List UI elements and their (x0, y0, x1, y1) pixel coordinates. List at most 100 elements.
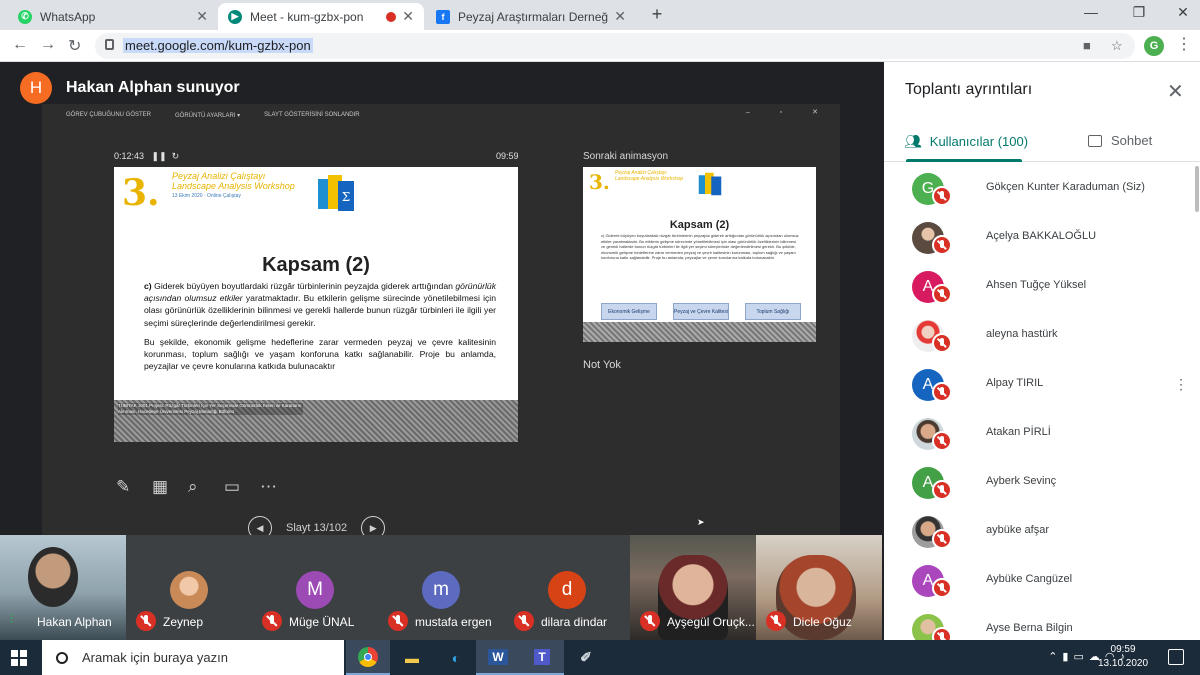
more-options-icon[interactable]: ⋯ (260, 477, 296, 497)
zoom-icon[interactable]: ⌕ (188, 477, 224, 497)
chrome-icon[interactable] (346, 640, 390, 675)
close-window-icon[interactable]: ✕ (1168, 4, 1198, 21)
muted-mic-icon (932, 431, 952, 451)
tray-chevron-icon[interactable]: ⌃ (1048, 651, 1062, 663)
windows-start-icon[interactable] (11, 650, 27, 666)
participant-tile[interactable]: Dicle Oğuz (756, 535, 882, 640)
taskbar-clock[interactable]: 09:59 13.10.2020 (1098, 643, 1148, 671)
list-item[interactable]: Ayse Berna Bilgin (884, 605, 1200, 640)
battery-icon[interactable]: ▭ (1073, 651, 1088, 663)
next-animation-label: Sonraki animasyon (583, 151, 669, 162)
participant-tile[interactable]: d dilara dindar (504, 535, 630, 640)
close-tab-icon[interactable]: ✕ (614, 8, 626, 25)
list-item[interactable]: G Gökçen Kunter Karaduman (Siz) (884, 164, 1200, 213)
list-item[interactable]: Atakan PİRLİ (884, 409, 1200, 458)
url-text[interactable]: meet.google.com/kum-gzbx-pon (123, 38, 313, 53)
edge-icon[interactable]: ◐ (434, 640, 478, 675)
slides-grid-icon[interactable]: ▦ (152, 477, 188, 497)
participant-tile[interactable]: m mustafa ergen (378, 535, 504, 640)
notifications-icon[interactable] (1168, 649, 1184, 665)
box-economic: Ekonomik Gelişme (601, 303, 657, 320)
participant-video (28, 547, 78, 607)
participant-name: Alpay TIRIL (986, 377, 1044, 389)
participant-tile[interactable]: Ayşegül Oruçk... (630, 535, 756, 640)
participant-photo (170, 571, 208, 609)
participant-tile[interactable]: Zeynep (126, 535, 252, 640)
meet-stage: H Hakan Alphan sunuyor GÖREV ÇUBUĞUNU GÖ… (0, 62, 884, 540)
participant-name: mustafa ergen (415, 615, 492, 629)
tab-chat-label: Sohbet (1111, 133, 1153, 148)
muted-mic-icon (932, 186, 952, 206)
paint-icon[interactable]: ✐ (564, 640, 608, 675)
panel-tabs: 👥︎ Kullanıcılar (100) Sohbet (884, 124, 1200, 162)
tab-whatsapp[interactable]: ✆ WhatsApp ✕ (8, 3, 218, 30)
file-explorer-icon[interactable]: ▬ (390, 640, 434, 675)
list-item[interactable]: Açelya BAKKALOĞLU (884, 213, 1200, 262)
participant-name: Aybüke Cangüzel (986, 573, 1073, 585)
close-tab-icon[interactable]: ✕ (196, 8, 208, 25)
bookmark-star-icon[interactable]: ☆ (1111, 38, 1123, 54)
word-icon[interactable]: W (476, 640, 520, 675)
new-tab-button[interactable]: + (642, 4, 672, 25)
list-item[interactable]: aybüke afşar (884, 507, 1200, 556)
speaking-indicator-icon: ⫶ (10, 612, 14, 626)
slide-body: c) Giderek büyüyen boyutlardaki rüzgâr t… (144, 280, 496, 379)
elapsed-timer: 0:12:43 ❚❚ ↻ (114, 151, 179, 162)
logo-line1: Peyzaj Analizi Çalıştayı (172, 171, 266, 181)
participant-avatar: m (422, 571, 460, 609)
more-options-icon[interactable]: ⋮ (1174, 376, 1188, 393)
tab-people-label: Kullanıcılar (100) (929, 134, 1029, 149)
clock-time: 09:59 (1110, 644, 1136, 655)
display-settings-button[interactable]: GÖRÜNTÜ AYARLARI ▾ (175, 112, 240, 119)
forward-icon[interactable]: → (40, 36, 56, 54)
muted-mic-icon (136, 611, 156, 631)
participant-name: Gökçen Kunter Karaduman (Siz) (986, 181, 1145, 193)
close-panel-icon[interactable]: ✕ (1167, 79, 1184, 104)
participant-tile[interactable]: M Müge ÜNAL (252, 535, 378, 640)
muted-mic-icon (932, 480, 952, 500)
url-field[interactable]: meet.google.com/kum-gzbx-pon ■ ☆ (95, 33, 1135, 59)
back-icon[interactable]: ← (12, 36, 28, 54)
participant-tile[interactable]: ⫶ Hakan Alphan (0, 535, 126, 640)
list-item[interactable]: A Alpay TIRIL ⋮ (884, 360, 1200, 409)
list-item[interactable]: A Ahsen Tuğçe Yüksel (884, 262, 1200, 311)
taskbar-search[interactable]: Aramak için buraya yazın (42, 640, 344, 675)
close-tab-icon[interactable]: ✕ (402, 8, 414, 25)
logo-line2: Landscape Analysis Workshop (172, 181, 295, 191)
tab-facebook[interactable]: f Peyzaj Araştırmaları Derneği - An ✕ (426, 3, 636, 30)
show-taskbar-button[interactable]: GÖREV ÇUBUĞUNU GÖSTER (66, 112, 151, 118)
muted-mic-icon (514, 611, 534, 631)
participant-avatar: M (296, 571, 334, 609)
minimize-icon[interactable]: — (1076, 4, 1106, 20)
next-logo-number: 3. (589, 170, 610, 194)
list-item[interactable]: A Aybüke Cangüzel (884, 556, 1200, 605)
tab-people[interactable]: 👥︎ Kullanıcılar (100) (904, 133, 1028, 150)
slide-clock: 09:59 (496, 151, 519, 161)
tab-chat[interactable]: Sohbet (1088, 133, 1152, 148)
presenter-banner: H Hakan Alphan sunuyor (20, 72, 240, 104)
pen-icon[interactable]: ✎ (116, 477, 152, 497)
menu-icon[interactable]: ⋮ (1176, 34, 1192, 54)
tab-title: Peyzaj Araştırmaları Derneği - An (458, 9, 609, 24)
screen-icon[interactable]: ▭ (224, 477, 260, 497)
next-slide-footer-image (583, 322, 816, 342)
camera-icon[interactable]: ■ (1083, 38, 1091, 53)
tab-title: Meet - kum-gzbx-pon (250, 9, 364, 24)
muted-mic-icon (262, 611, 282, 631)
muted-mic-icon (640, 611, 660, 631)
pause-icon[interactable]: ❚❚ (152, 151, 167, 161)
reload-icon[interactable]: ↻ (68, 36, 81, 56)
tab-meet[interactable]: ▶ Meet - kum-gzbx-pon ✕ (218, 3, 424, 30)
restart-icon[interactable]: ↻ (172, 151, 180, 161)
list-item[interactable]: aleyna hastürk (884, 311, 1200, 360)
panel-title: Toplantı ayrıntıları (905, 81, 1033, 98)
restore-icon[interactable]: ❐ (1124, 4, 1154, 21)
windows-taskbar: Aramak için buraya yazın ▬ ◐ W T ✐ ⌃▮▭☁◠… (0, 640, 1200, 675)
end-slideshow-button[interactable]: SLAYT GÖSTERİSİNİ SONLANDIR (264, 112, 359, 118)
participant-name: Ayberk Sevinç (986, 475, 1057, 487)
list-item[interactable]: A Ayberk Sevinç (884, 458, 1200, 507)
profile-avatar[interactable]: G (1144, 36, 1164, 56)
logo-sub: 13 Ekim 2020 · Online Çalıştay (172, 193, 241, 199)
mic-tray-icon[interactable]: ▮ (1062, 651, 1073, 663)
teams-icon[interactable]: T (520, 640, 564, 675)
